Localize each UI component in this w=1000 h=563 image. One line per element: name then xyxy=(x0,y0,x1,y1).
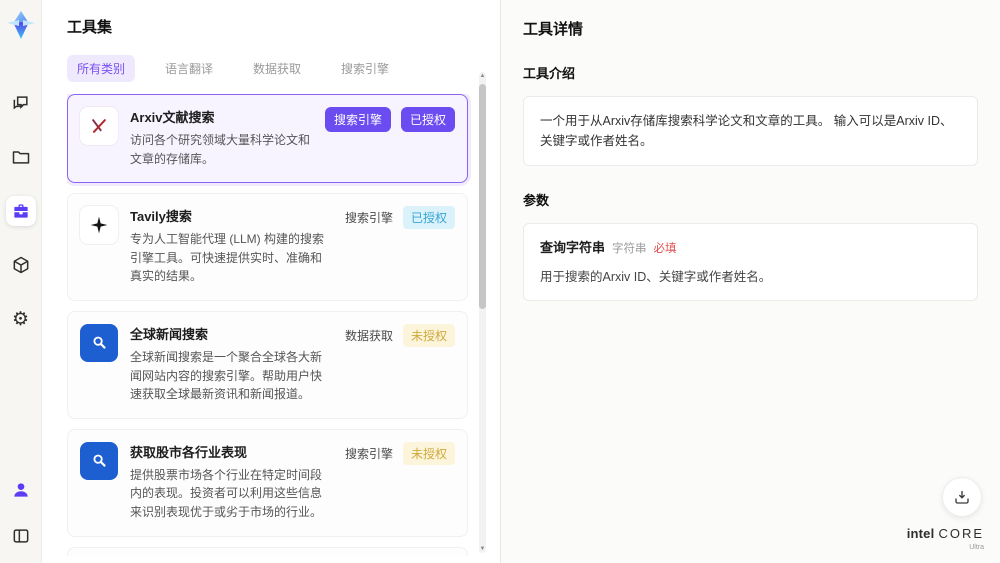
tool-auth-badge: 已授权 xyxy=(400,107,455,132)
user-icon xyxy=(13,483,28,497)
parameter-description: 用于搜索的Arxiv ID、关键字或作者姓名。 xyxy=(540,270,772,284)
tool-detail-panel: 工具详情 工具介绍 一个用于从Arxiv存储库搜索科学论文和文章的工具。 输入可… xyxy=(500,0,1000,563)
tool-category-label: 搜索引擎 xyxy=(324,107,391,132)
news-icon xyxy=(80,323,118,362)
tool-auth-badge: 已授权 xyxy=(402,206,455,230)
app-logo-icon xyxy=(6,11,35,39)
scroll-up-icon[interactable]: ▲ xyxy=(479,73,486,79)
tool-list-item[interactable]: 全球新闻搜索 全球新闻搜索是一个聚合全球各大新闻网站内容的搜索引擎。帮助用户快速… xyxy=(67,310,468,419)
params-section-title: 参数 xyxy=(523,193,550,208)
cube-icon xyxy=(13,256,28,274)
tavily-icon xyxy=(80,206,118,245)
brand-intel-text: intel xyxy=(906,526,935,541)
tools-panel: 工具集 所有类别 语言翻译 数据获取 搜索引擎 Arxiv文献搜索 访问各个研究领域大… xyxy=(43,0,500,563)
tool-name: Arxiv文献搜索 xyxy=(130,110,215,125)
tool-description: 提供股票市场各个行业在特定时间段内的表现。投资者可以利用这些信息来识别表现优于或… xyxy=(130,467,323,519)
sidebar-item-files[interactable] xyxy=(6,142,36,172)
folder-icon xyxy=(12,151,29,164)
tool-name: 全球新闻搜索 xyxy=(130,326,209,342)
tool-list-item[interactable]: Arxiv文献搜索 访问各个研究领域大量科学论文和文章的存储库。 搜索引擎 已授… xyxy=(67,94,468,184)
category-tabs: 所有类别 语言翻译 数据获取 搜索引擎 xyxy=(67,55,500,82)
parameter-required-badge: 必填 xyxy=(653,243,677,255)
gear-icon: ⚙ xyxy=(11,308,30,330)
tool-auth-badge: 未授权 xyxy=(402,441,455,465)
tool-name: Tavily搜索 xyxy=(130,209,192,225)
tool-intro-text: 一个用于从Arxiv存储库搜索科学论文和文章的工具。 输入可以是Arxiv ID… xyxy=(523,96,978,166)
parameter-name: 查询字符串 xyxy=(540,240,606,255)
scrollbar[interactable]: ▲ ▼ xyxy=(479,72,486,553)
detail-title: 工具详情 xyxy=(523,21,584,38)
brand-core-text: CORE xyxy=(938,526,984,541)
tool-list-item[interactable]: 获取股市各行业表现 提供股票市场各个行业在特定时间段内的表现。投资者可以利用这些… xyxy=(67,428,468,537)
intel-core-logo: intel CORE Ultra xyxy=(907,525,984,551)
tab-1[interactable]: 语言翻译 xyxy=(155,55,223,82)
tool-category-label: 数据获取 xyxy=(344,328,393,343)
parameter-type: 字符串 xyxy=(612,243,647,255)
tool-list-item[interactable]: 获取市场最活跃股票信息 提供当天交易量最高的股票列表。投资者可以利用这些信息来识… xyxy=(67,546,468,556)
tab-2[interactable]: 数据获取 xyxy=(243,55,311,82)
intro-section-title: 工具介绍 xyxy=(523,66,576,81)
chat-icon xyxy=(13,96,28,110)
tab-0[interactable]: 所有类别 xyxy=(67,55,136,82)
tool-auth-badge: 未授权 xyxy=(402,323,455,347)
page-title: 工具集 xyxy=(67,19,113,36)
tool-description: 专为人工智能代理 (LLM) 构建的搜索引擎工具。可快速提供实时、准确和真实的结… xyxy=(130,232,325,284)
tool-description: 全球新闻搜索是一个聚合全球各大新闻网站内容的搜索引擎。帮助用户快速获取全球最新资… xyxy=(130,349,323,402)
sidebar-item-tools[interactable] xyxy=(5,196,36,226)
tool-list: Arxiv文献搜索 访问各个研究领域大量科学论文和文章的存储库。 搜索引擎 已授… xyxy=(67,94,500,556)
parameter-header: 查询字符串 字符串 必填 xyxy=(540,237,961,257)
news-icon xyxy=(80,441,118,480)
collapse-panel-button[interactable] xyxy=(6,521,36,551)
download-button[interactable] xyxy=(942,477,982,517)
left-rail: ⚙ xyxy=(0,0,42,563)
app-window: ⚙ 工具集 所有类别语言翻译数据获取搜索引擎 Arxiv文献搜索 访问各个 xyxy=(0,0,1000,563)
tool-category-label: 搜索引擎 xyxy=(344,446,393,461)
tool-list-item[interactable]: Tavily搜索 专为人工智能代理 (LLM) 构建的搜索引擎工具。可快速提供实… xyxy=(67,193,468,301)
download-icon xyxy=(955,491,969,504)
parameter-card: 查询字符串 字符串 必填 用于搜索的Arxiv ID、关键字或作者姓名。 xyxy=(523,223,978,301)
arxiv-icon xyxy=(80,107,118,145)
brand-sub-text: Ultra xyxy=(969,544,984,551)
sidebar-item-packages[interactable] xyxy=(6,250,36,280)
scroll-down-icon[interactable]: ▼ xyxy=(479,546,486,552)
sidebar-item-settings[interactable]: ⚙ xyxy=(6,304,36,334)
tool-description: 访问各个研究领域大量科学论文和文章的存储库。 xyxy=(130,133,311,166)
tab-3[interactable]: 搜索引擎 xyxy=(331,55,399,82)
sidebar-item-chat[interactable] xyxy=(6,88,36,118)
panel-collapse-icon xyxy=(13,529,28,543)
tool-category-label: 搜索引擎 xyxy=(344,211,393,226)
toolbox-icon xyxy=(13,204,28,218)
user-avatar-button[interactable] xyxy=(6,475,36,505)
tool-name: 获取股市各行业表现 xyxy=(130,444,248,460)
scrollbar-thumb[interactable] xyxy=(479,84,486,309)
